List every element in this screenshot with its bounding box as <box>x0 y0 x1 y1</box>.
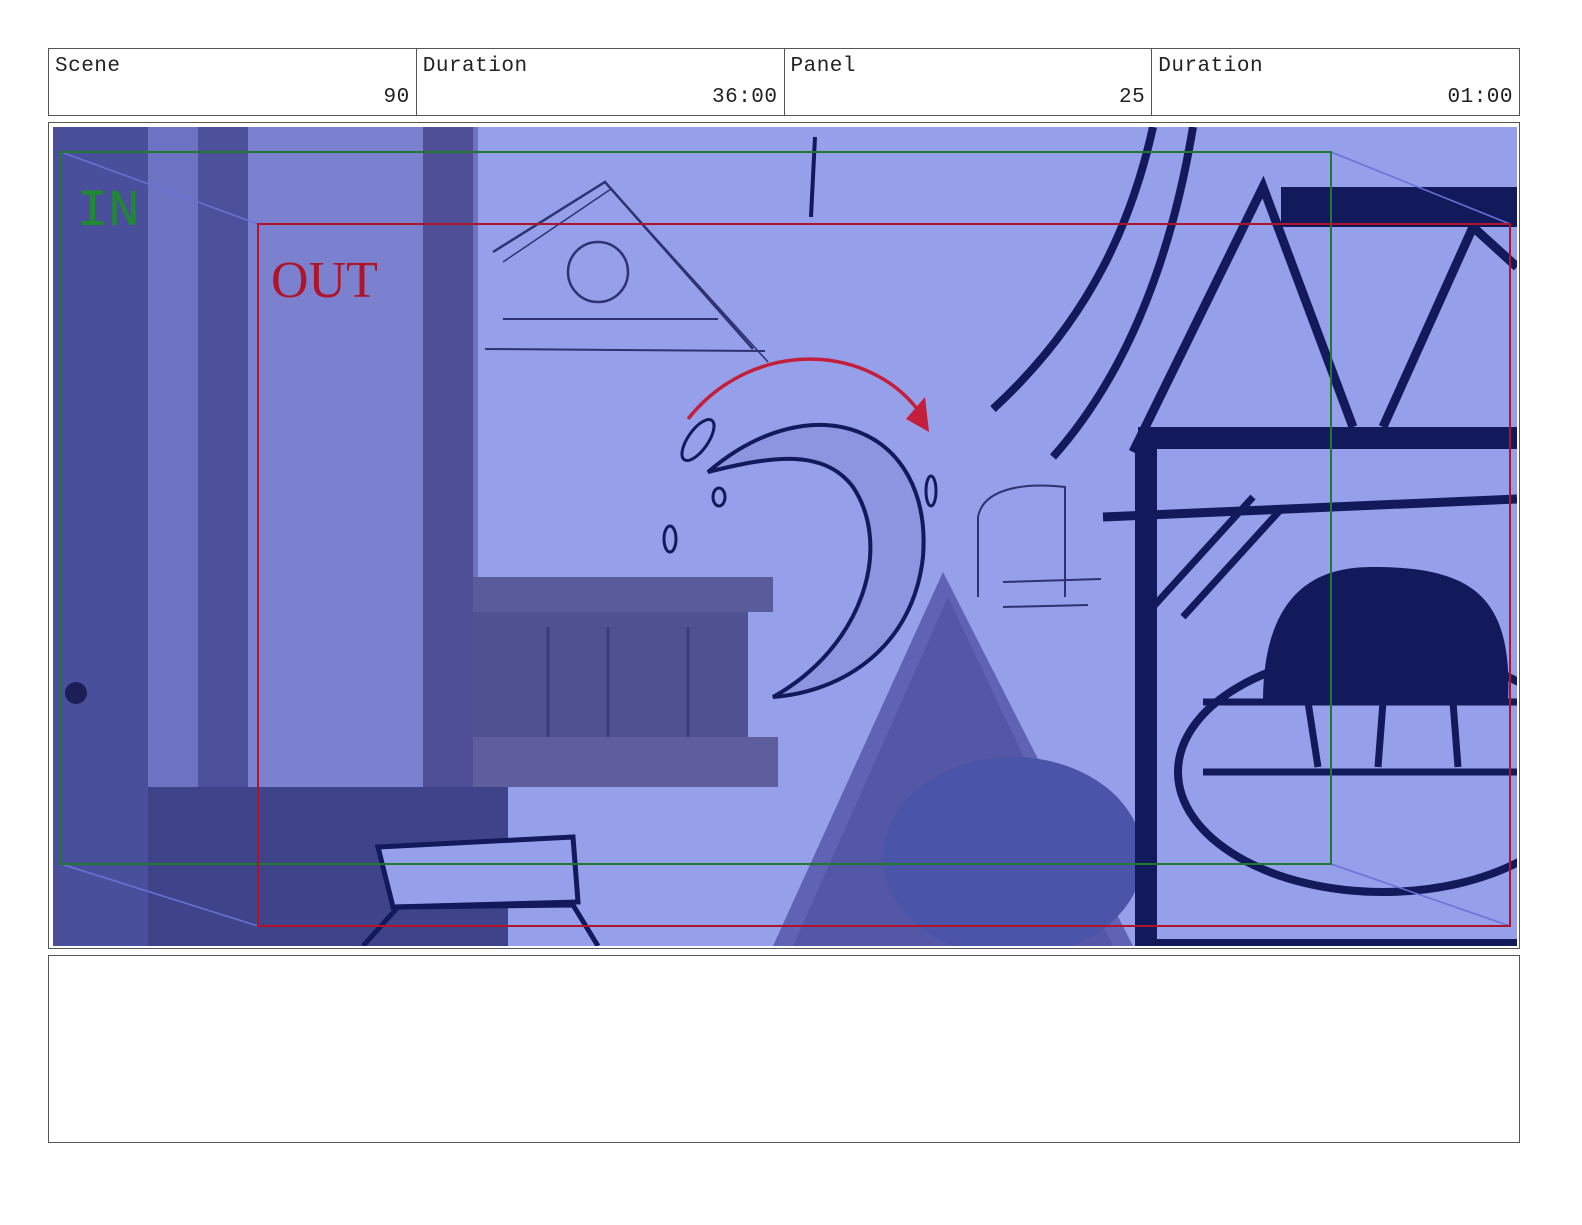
panel-cell: Panel 25 <box>785 49 1153 115</box>
panel-label: Panel <box>790 55 857 78</box>
panel-duration-value: 01:00 <box>1447 86 1513 109</box>
storyboard-panel-image: IN OUT <box>53 127 1517 946</box>
panel-notes-box <box>48 955 1520 1143</box>
scene-number: 90 <box>383 86 410 109</box>
scene-duration-value: 36:00 <box>711 86 778 109</box>
panel-number: 25 <box>1119 86 1146 109</box>
scene-label: Scene <box>55 55 121 78</box>
scene-duration-label: Duration <box>422 55 528 78</box>
scene-duration-cell: Duration 36:00 <box>417 49 785 115</box>
panel-duration-cell: Duration 01:00 <box>1152 49 1519 115</box>
scene-cell: Scene 90 <box>49 49 417 115</box>
out-frame-label: OUT <box>271 252 378 309</box>
storyboard-header: Scene 90 Duration 36:00 Panel 25 Duratio… <box>48 48 1520 116</box>
panel-duration-label: Duration <box>1158 55 1264 78</box>
panel-frame: IN OUT <box>48 122 1520 949</box>
in-frame-label: IN <box>77 182 139 241</box>
